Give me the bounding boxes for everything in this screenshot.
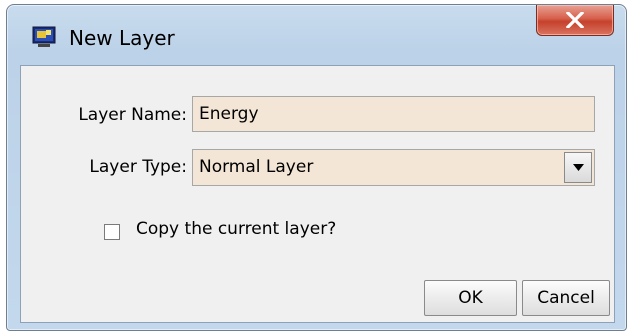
cancel-button[interactable]: Cancel (522, 280, 610, 316)
chevron-down-icon (573, 164, 584, 171)
new-layer-dialog: New Layer Layer Name: Layer Type: Normal… (6, 4, 627, 331)
copy-layer-checkbox[interactable] (104, 224, 120, 240)
layer-type-selected-value: Normal Layer (199, 157, 314, 177)
layer-name-input[interactable] (192, 96, 595, 132)
title-bar[interactable]: New Layer (7, 5, 626, 65)
close-x-icon (566, 12, 584, 28)
window-title: New Layer (69, 26, 175, 50)
copy-layer-checkbox-label[interactable]: Copy the current layer? (136, 219, 336, 239)
layer-type-label: Layer Type: (89, 157, 187, 177)
computer-window-icon (32, 25, 56, 49)
layer-type-select[interactable]: Normal Layer (192, 149, 595, 186)
ok-button[interactable]: OK (424, 280, 517, 316)
dialog-body: Layer Name: Layer Type: Normal Layer Cop… (20, 65, 615, 323)
close-button[interactable] (536, 5, 614, 36)
dropdown-button[interactable] (564, 152, 592, 183)
layer-name-label: Layer Name: (78, 105, 187, 125)
